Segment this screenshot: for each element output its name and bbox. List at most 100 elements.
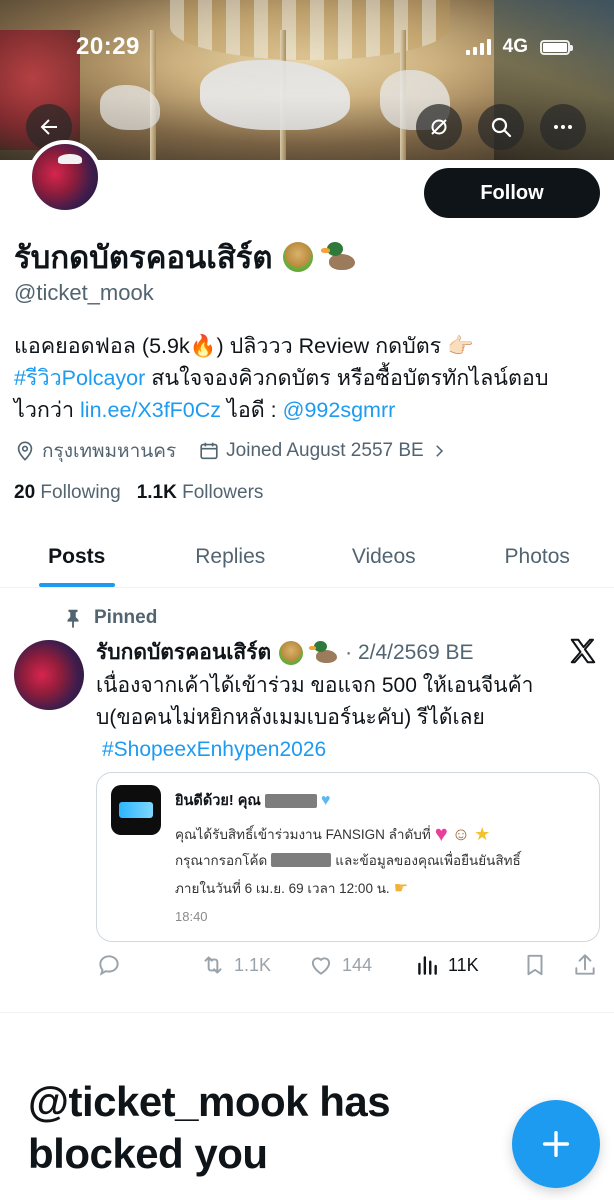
- card-title-text: ยินดีด้วย! คุณ: [175, 793, 261, 809]
- plus-icon: [542, 1130, 570, 1158]
- card-line-2: กรุณากรอกโค้ด และข้อมูลของคุณเพื่อยืนยัน…: [175, 849, 521, 871]
- blue-heart-icon: ♥: [320, 791, 331, 809]
- profile-location: กรุงเทพมหานคร: [14, 436, 176, 466]
- following-count: 20: [14, 482, 36, 503]
- bookmark-button[interactable]: [522, 952, 548, 978]
- card-line-2a-text: กรุณากรอกโค้ด: [175, 853, 268, 868]
- views-button[interactable]: 11K: [414, 952, 479, 978]
- network-type: 4G: [502, 36, 528, 57]
- tab-posts[interactable]: Posts: [0, 526, 154, 587]
- profile-joined[interactable]: Joined August 2557 BE: [198, 440, 448, 462]
- like-count: 144: [342, 954, 373, 975]
- following-label: Following: [40, 482, 121, 503]
- battery-icon: [540, 39, 573, 55]
- grok-icon: [431, 119, 447, 135]
- card-line-3-text: ภายในวันที่ 6 เม.ย. 69 เวลา 12:00 น.: [175, 881, 390, 896]
- bio-line-3-mid: ไอดี :: [221, 398, 283, 422]
- post-actions: 1.1K 144 11K: [96, 952, 600, 986]
- calendar-icon: [200, 442, 218, 460]
- search-button[interactable]: [478, 104, 524, 150]
- followers-label: Followers: [182, 482, 264, 503]
- bio-line-id-link[interactable]: @992sgmrr: [283, 398, 396, 422]
- reply-icon: [99, 955, 119, 976]
- grok-button[interactable]: [416, 104, 462, 150]
- card-line-3: ภายในวันที่ 6 เม.ย. 69 เวลา 12:00 น. ☛: [175, 877, 408, 899]
- post-text: เนื่องจากเค้าได้เข้าร่วม ขอแจก 500 ให้เอ…: [96, 670, 566, 766]
- card-line-1: คุณได้รับสิทธิ์เข้าร่วมงาน FANSIGN ลำดับ…: [175, 821, 490, 847]
- post-text-line-1: เนื่องจากเค้าได้เข้าร่วม ขอแจก 500 ให้เอ…: [96, 674, 534, 697]
- bio-line-1: แอคยอดฟอล (5.9k🔥) ปลิววว Review กดบัตร 👉…: [14, 334, 474, 358]
- post-media-card[interactable]: ยินดีด้วย! คุณ ♥ คุณได้รับสิทธิ์เข้าร่วม…: [96, 772, 600, 942]
- bookmark-icon: [527, 954, 543, 976]
- more-options-button[interactable]: [540, 104, 586, 150]
- reply-button[interactable]: [96, 952, 122, 978]
- retweet-icon: [204, 956, 222, 974]
- card-time: 18:40: [175, 909, 208, 924]
- bio-url-link[interactable]: lin.ee/X3fF0Cz: [80, 398, 221, 422]
- duck-emoji-icon: [320, 242, 355, 272]
- pin-icon: [67, 609, 79, 629]
- tab-photos[interactable]: Photos: [461, 526, 614, 587]
- card-line-2b-text: และข้อมูลของคุณเพื่อยืนยันสิทธิ์: [335, 853, 521, 868]
- share-button[interactable]: [572, 952, 598, 978]
- chevron-right-icon: [435, 445, 443, 457]
- post-header: รับกดบัตรคอนเสิร์ต · 2/4/2569 BE: [96, 636, 474, 669]
- genie-emoji-icon: ☺: [451, 823, 471, 844]
- arrow-left-icon: [40, 119, 57, 135]
- compose-post-button[interactable]: [512, 1100, 600, 1188]
- post-author-name[interactable]: รับกดบัตรคอนเสิร์ต: [96, 636, 271, 669]
- post-divider: [0, 1012, 614, 1013]
- following-link[interactable]: 20 Following: [14, 482, 121, 504]
- profile-stats: 20 Following 1.1K Followers: [14, 482, 263, 504]
- bio-hashtag-link[interactable]: #รีวิวPolcayor: [14, 366, 145, 390]
- bio-line-3: ไวกว่า lin.ee/X3fF0Cz ไอดี : @992sgmrr: [14, 394, 604, 426]
- bio-line-2-text: สนใจจองคิวกดบัตร หรือซื้อบัตรทักไลน์ตอบ: [145, 366, 549, 390]
- heart-icon: [311, 957, 331, 975]
- redacted-block: [264, 793, 317, 808]
- app-notification-icon: [111, 785, 161, 835]
- followers-count: 1.1K: [136, 482, 177, 503]
- blocked-message: @ticket_mook has blocked you: [28, 1078, 391, 1177]
- followers-link[interactable]: 1.1K Followers: [137, 482, 264, 504]
- profile-bio: แอคยอดฟอล (5.9k🔥) ปลิววว Review กดบัตร 👉…: [14, 330, 604, 426]
- retweet-count: 1.1K: [234, 954, 272, 975]
- hat-emoji-icon: [279, 640, 304, 665]
- status-time: 20:29: [76, 33, 140, 60]
- profile-meta: กรุงเทพมหานคร Joined August 2557 BE: [14, 436, 470, 466]
- post-author-avatar[interactable]: [14, 640, 84, 710]
- pointing-hand-icon: ☛: [393, 880, 409, 897]
- pinned-label: Pinned: [94, 607, 158, 628]
- x-logo-icon: [570, 638, 596, 664]
- sparkle-heart-icon: ♥: [434, 821, 448, 846]
- status-indicators: 4G: [465, 36, 573, 58]
- post-date[interactable]: · 2/4/2569 BE: [345, 641, 473, 665]
- duck-emoji-icon: [309, 640, 338, 665]
- tab-videos[interactable]: Videos: [307, 526, 461, 587]
- retweet-button[interactable]: 1.1K: [200, 952, 271, 978]
- post-text-line-2: บ(ขอคนไม่หยิกหลังเมมเบอร์นะคับ) รีได้เลย: [96, 706, 485, 729]
- signal-icon: [465, 39, 491, 55]
- tab-replies[interactable]: Replies: [154, 526, 308, 587]
- card-line-1-text: คุณได้รับสิทธิ์เข้าร่วมงาน FANSIGN ลำดับ…: [175, 827, 431, 842]
- profile-handle: @ticket_mook: [14, 280, 154, 305]
- display-name-text: รับกดบัตรคอนเสิร์ต: [14, 240, 273, 275]
- share-icon: [575, 954, 595, 975]
- post-hashtag-link[interactable]: #ShopeexEnhypen2026: [102, 738, 326, 761]
- joined-text: Joined August 2557 BE: [226, 440, 424, 461]
- pinned-indicator: Pinned: [62, 607, 157, 629]
- star-icon: ★: [474, 823, 491, 844]
- views-count: 11K: [448, 954, 479, 975]
- bio-line-2: #รีวิวPolcayor สนใจจองคิวกดบัตร หรือซื้อ…: [14, 362, 604, 394]
- search-icon: [491, 117, 512, 138]
- location-text: กรุงเทพมหานคร: [42, 441, 177, 462]
- profile-avatar[interactable]: [28, 140, 102, 214]
- follow-button[interactable]: Follow: [424, 168, 600, 218]
- location-pin-icon: [17, 441, 33, 461]
- bio-line-3-prefix: ไวกว่า: [14, 398, 81, 422]
- more-horizontal-icon: [554, 125, 572, 129]
- profile-display-name: รับกดบัตรคอนเสิร์ต: [14, 232, 355, 282]
- card-title: ยินดีด้วย! คุณ ♥: [175, 789, 330, 812]
- views-icon: [418, 956, 437, 975]
- profile-tabs: Posts Replies Videos Photos: [0, 526, 614, 588]
- like-button[interactable]: 144: [308, 952, 372, 978]
